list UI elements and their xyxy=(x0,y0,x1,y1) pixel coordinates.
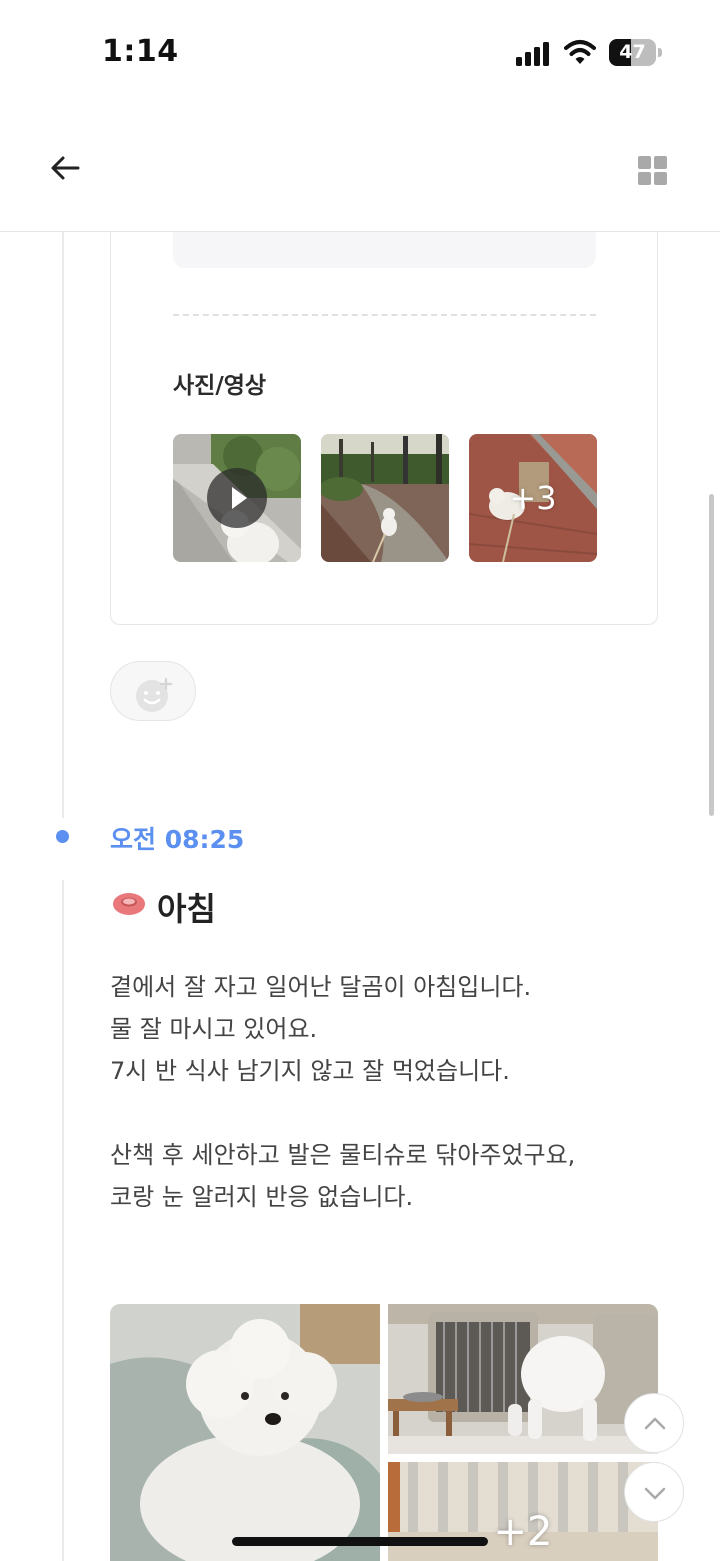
entry-body-line: 물 잘 마시고 있어요. xyxy=(110,1015,318,1043)
battery-level: 47 xyxy=(619,41,646,63)
status-bar: 1:14 47 xyxy=(0,0,720,100)
food-bowl-icon xyxy=(113,893,145,915)
photo-thumbnail[interactable] xyxy=(321,434,449,562)
grid-view-icon[interactable] xyxy=(632,150,672,190)
entry-photo-grid: +2 xyxy=(110,1304,658,1561)
more-media-count: +3 xyxy=(509,479,557,517)
entry-photo[interactable]: +2 xyxy=(388,1462,658,1561)
cellular-signal-icon xyxy=(516,42,552,66)
entry-body-line: 7시 반 식사 남기지 않고 잘 먹었습니다. xyxy=(110,1057,510,1085)
photo-thumbnail[interactable]: +3 xyxy=(469,434,597,562)
wifi-icon xyxy=(564,40,596,64)
timeline-line xyxy=(62,880,64,1561)
entry-body-line: 곁에서 잘 자고 일어난 달곰이 아침입니다. xyxy=(110,973,532,1001)
entry-body-line: 코랑 눈 알러지 반응 없습니다. xyxy=(110,1183,414,1211)
add-emoji-icon xyxy=(136,677,173,712)
home-indicator xyxy=(232,1537,488,1546)
video-thumbnail[interactable] xyxy=(173,434,301,562)
nav-header xyxy=(0,100,720,232)
add-reaction-button[interactable] xyxy=(110,661,196,721)
battery-icon: 47 xyxy=(609,39,662,66)
entry-title: 아침 xyxy=(157,890,216,928)
play-icon xyxy=(207,468,267,528)
entry-body: 곁에서 잘 자고 일어난 달곰이 아침입니다. 물 잘 마시고 있어요. 7시 … xyxy=(110,966,650,1218)
more-photos-count: +2 xyxy=(493,1509,553,1555)
scroll-up-button[interactable] xyxy=(624,1393,684,1453)
timeline-line xyxy=(62,232,64,818)
back-arrow-icon[interactable] xyxy=(44,146,88,190)
timeline-dot xyxy=(56,830,69,843)
diary-scroll-content[interactable]: 사진/영상 +3 오전 08:25 아침 곁에서 잘 자고 일어난 달곰이 아침… xyxy=(0,0,720,1561)
chevron-down-icon xyxy=(644,1487,666,1500)
status-time: 1:14 xyxy=(102,34,179,69)
entry-photo[interactable] xyxy=(110,1304,380,1561)
scroll-down-button[interactable] xyxy=(624,1462,684,1522)
chevron-up-icon xyxy=(644,1417,666,1430)
media-section-label: 사진/영상 xyxy=(173,373,267,399)
entry-time: 오전 08:25 xyxy=(110,825,245,854)
card-divider xyxy=(173,314,596,316)
entry-body-line xyxy=(110,1092,650,1134)
entry-body-line: 산책 후 세안하고 발은 물티슈로 닦아주었구요, xyxy=(110,1141,576,1169)
scrollbar[interactable] xyxy=(709,494,714,816)
entry-photo[interactable] xyxy=(388,1304,658,1454)
